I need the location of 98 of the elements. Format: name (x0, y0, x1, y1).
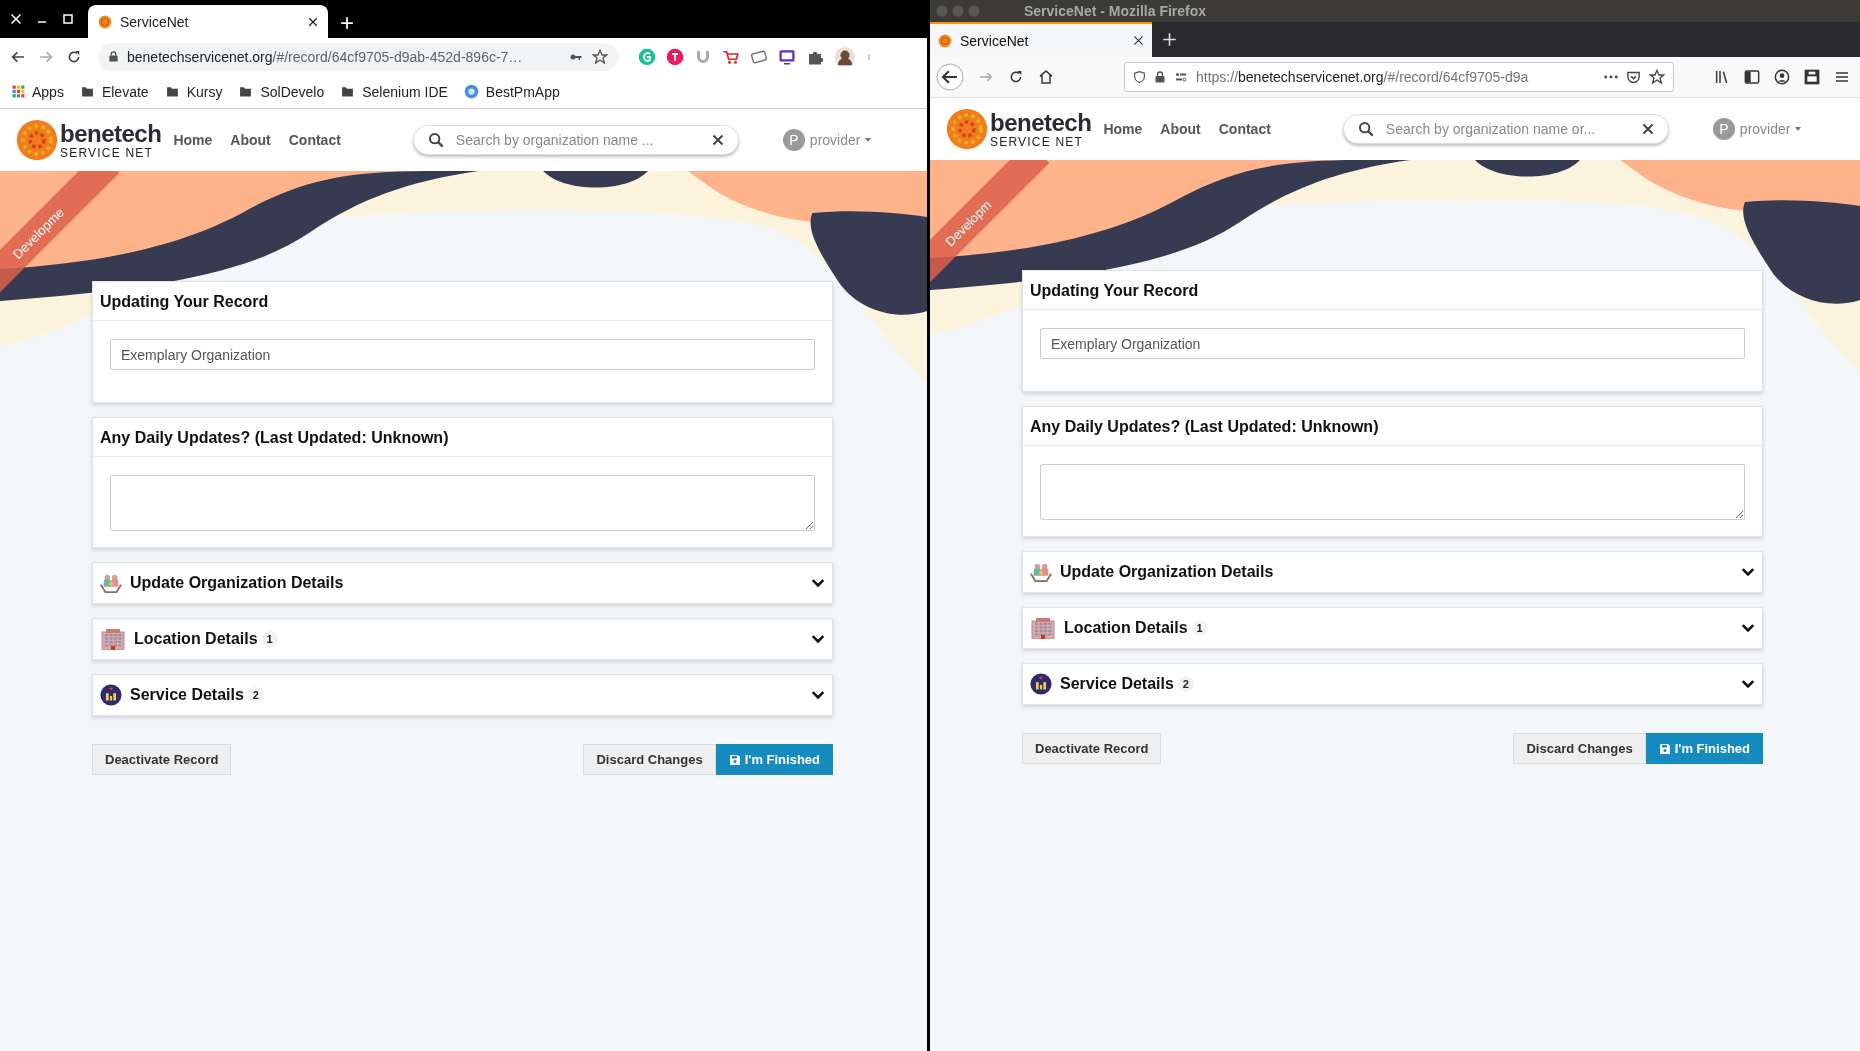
account-icon[interactable] (1774, 69, 1790, 85)
nav-link[interactable]: Contact (1218, 121, 1271, 137)
count-badge: 2 (1177, 676, 1194, 692)
folder-icon[interactable] (164, 85, 180, 98)
logo-name: benetech (60, 121, 162, 146)
card-title: Any Daily Updates? (Last Updated: Unknown) (1030, 418, 1379, 436)
save-icon (728, 753, 741, 766)
screen-icon[interactable] (778, 47, 796, 66)
lock-icon[interactable] (1154, 70, 1166, 84)
folder-icon[interactable] (340, 85, 356, 98)
card-title: Updating Your Record (1030, 282, 1199, 300)
chevron-icon[interactable] (1741, 679, 1755, 689)
logo-globe-icon (946, 108, 988, 150)
accordion-header[interactable]: Service Details 2 (1022, 663, 1763, 705)
card-title: Updating Your Record (100, 293, 269, 311)
nav-link[interactable]: Home (173, 132, 213, 148)
logo-tagline: SERVICE NET (60, 146, 154, 159)
logo-globe-icon (16, 119, 58, 161)
caret-icon[interactable] (1795, 127, 1802, 131)
star-icon[interactable] (592, 48, 608, 65)
updates-field[interactable] (110, 475, 815, 531)
action-button[interactable]: Discard Changes (583, 744, 716, 775)
site-icon[interactable] (463, 84, 479, 99)
lock-icon[interactable] (108, 50, 119, 63)
people-in-hands-icon (1030, 561, 1052, 583)
menu-icon[interactable] (1834, 69, 1850, 85)
search-bar[interactable]: Search by organization name ... (412, 125, 739, 155)
shield-icon[interactable] (1133, 70, 1146, 84)
logo-tagline: SERVICE NET (990, 135, 1084, 148)
card-icon[interactable] (750, 47, 768, 66)
chevron-icon[interactable] (1741, 623, 1755, 633)
address-bar[interactable]: benetechservicenet.org/#/record/64cf9705-d9ab-452d-896c-7… (98, 42, 618, 71)
accordion-header[interactable]: Location Details 1 (92, 618, 833, 660)
pocket-icon[interactable] (1626, 69, 1641, 85)
browser-tab[interactable]: ServiceNet (88, 5, 328, 38)
bookmark[interactable]: Elevate (101, 83, 149, 100)
finish-button[interactable]: I'm Finished (1645, 733, 1763, 764)
name-field[interactable]: Exemplary Organization (110, 339, 815, 370)
library-icon[interactable] (1714, 69, 1730, 85)
folder-icon[interactable] (238, 85, 254, 98)
nav-link[interactable]: Contact (288, 132, 341, 148)
reload-icon[interactable] (1008, 69, 1024, 85)
bookmark[interactable]: Selenium IDE (362, 83, 448, 100)
accordion-header[interactable]: Update Organization Details (1022, 551, 1763, 593)
finish-button[interactable]: I'm Finished (715, 744, 833, 775)
browser-tab[interactable]: ServiceNet (930, 22, 1152, 57)
caret-icon[interactable] (865, 138, 872, 142)
bookmark[interactable]: Apps (32, 83, 64, 100)
new-tab-icon[interactable] (1162, 32, 1177, 47)
search-bar[interactable]: Search by organization name or... (1342, 114, 1669, 144)
chevron-icon[interactable] (811, 578, 825, 588)
sidebar-icon[interactable] (1744, 69, 1760, 85)
bookmark[interactable]: BestPmApp (485, 83, 560, 100)
nav-link[interactable]: Home (1103, 121, 1143, 137)
action-button[interactable]: Deactivate Record (1022, 733, 1162, 764)
profile-avatar-icon[interactable] (834, 45, 856, 68)
globe-icon (938, 33, 952, 48)
count-badge: 1 (1191, 620, 1208, 636)
window-title: ServiceNet - Mozilla Firefox (1024, 3, 1207, 19)
logo-name: benetech (990, 110, 1092, 135)
building-icon (100, 628, 126, 650)
back-icon[interactable] (936, 63, 964, 91)
search-icon[interactable] (427, 132, 444, 148)
chevron-icon[interactable] (1741, 567, 1755, 577)
save-icon (1658, 742, 1671, 755)
clear-icon[interactable] (711, 134, 724, 146)
globe-icon (98, 14, 112, 29)
action-button[interactable]: Discard Changes (1513, 733, 1646, 764)
bookmark[interactable]: SolDevelo (260, 83, 325, 100)
chevron-icon[interactable] (811, 690, 825, 700)
more-menu-icon[interactable] (1604, 75, 1618, 79)
star-icon[interactable] (1649, 69, 1665, 85)
address-bar[interactable]: https://benetechservicenet.org/#/record/64cf9705-d9a (1124, 62, 1674, 92)
search-icon[interactable] (1357, 121, 1374, 137)
updates-field[interactable] (1040, 464, 1745, 520)
nav-link[interactable]: About (230, 132, 271, 148)
count-badge: 2 (247, 687, 264, 703)
building-icon (1030, 617, 1056, 639)
accordion-header[interactable]: Update Organization Details (92, 562, 833, 604)
permissions-icon[interactable] (1174, 71, 1188, 83)
user-menu[interactable]: provider (809, 132, 861, 148)
action-button[interactable]: Deactivate Record (92, 744, 232, 775)
nav-link[interactable]: About (1160, 121, 1201, 137)
chevron-icon[interactable] (811, 634, 825, 644)
name-field[interactable]: Exemplary Organization (1040, 328, 1745, 359)
count-badge: 1 (261, 631, 278, 647)
home-icon[interactable] (1038, 69, 1054, 85)
bookmark[interactable]: Kursy (186, 83, 223, 100)
people-in-hands-icon (100, 572, 122, 594)
apps-grid-icon[interactable] (12, 85, 25, 98)
clear-icon[interactable] (1641, 123, 1654, 135)
reload-icon[interactable] (66, 48, 82, 65)
accordion-header[interactable]: Service Details 2 (92, 674, 833, 716)
card-title: Any Daily Updates? (Last Updated: Unknown) (100, 429, 449, 447)
folder-icon[interactable] (79, 85, 95, 98)
user-menu[interactable]: provider (1739, 121, 1791, 137)
accordion-header[interactable]: Location Details 1 (1022, 607, 1763, 649)
extension-icon[interactable] (666, 47, 684, 66)
